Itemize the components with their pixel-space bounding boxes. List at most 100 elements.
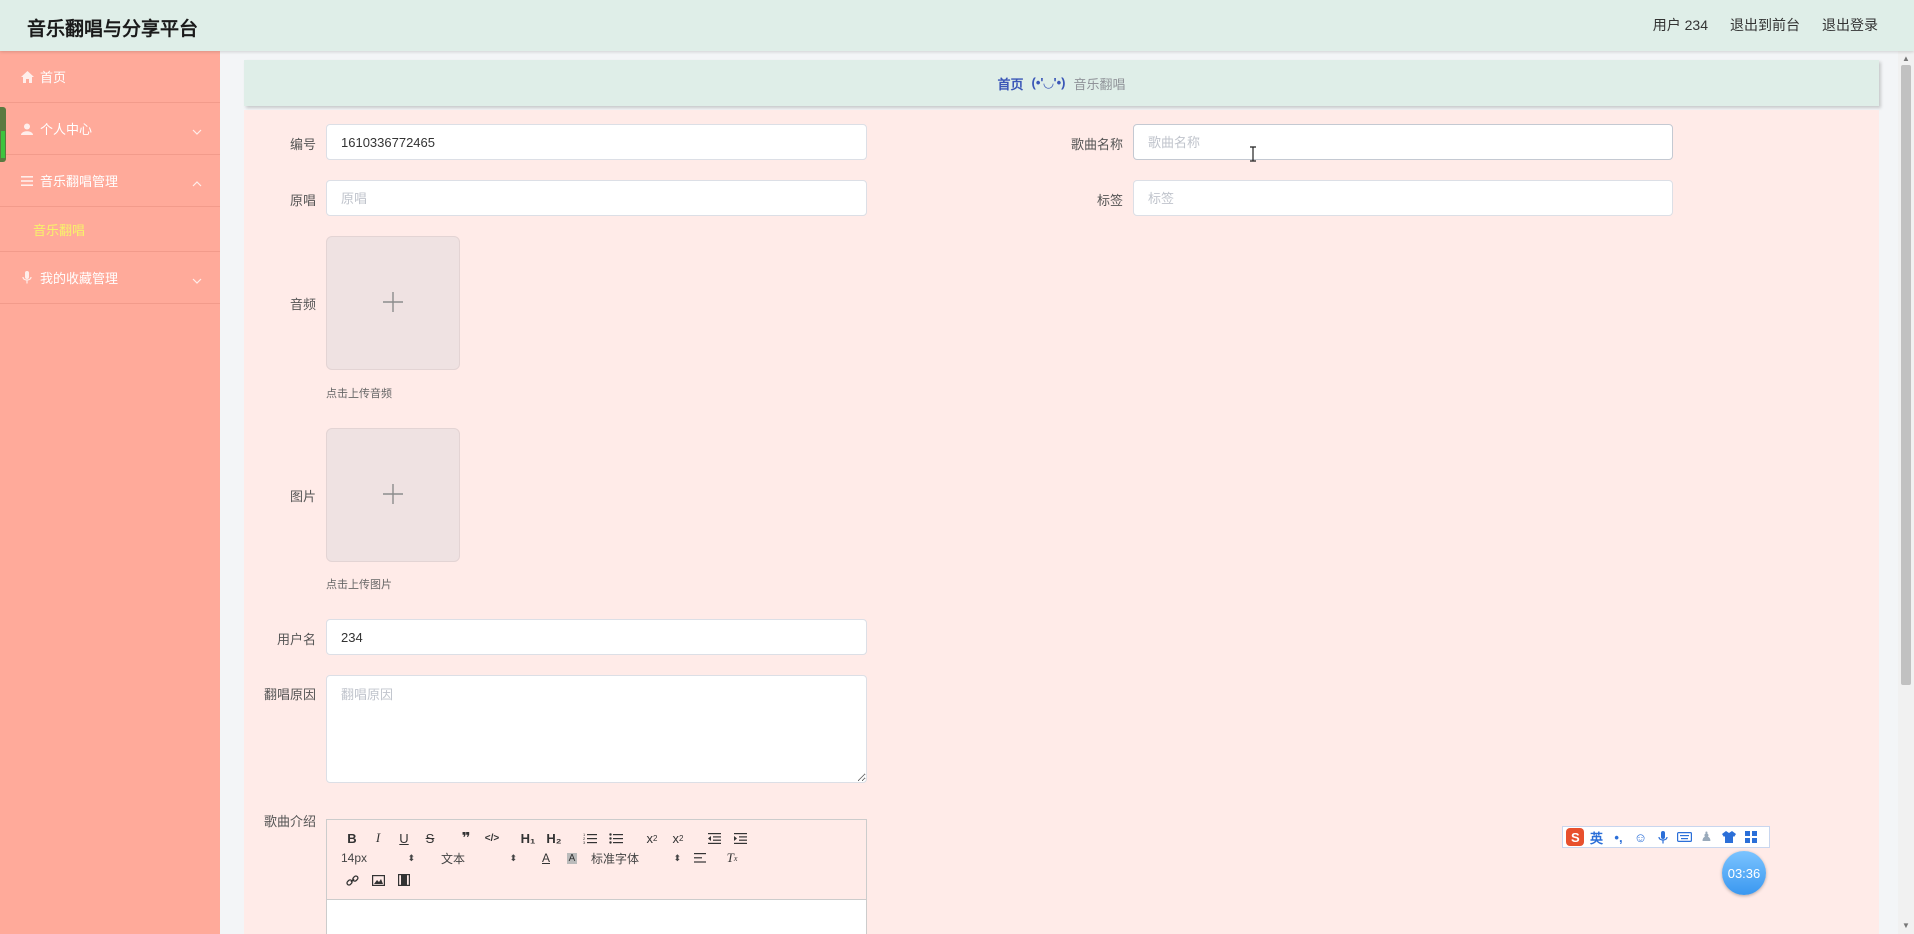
skin-icon[interactable]	[1719, 828, 1738, 846]
font-family-value: 标准字体	[591, 851, 640, 866]
image-label: 图片	[289, 489, 316, 504]
id-label: 编号	[289, 137, 316, 152]
align-icon[interactable]	[687, 848, 713, 868]
chevron-down-icon	[192, 272, 202, 287]
top-right-links: 用户 234 退出到前台 退出登录	[1653, 15, 1878, 35]
bold-icon[interactable]: B	[339, 828, 365, 848]
original-label: 原唱	[289, 193, 316, 208]
chevron-up-icon	[192, 175, 202, 190]
audio-upload-button[interactable]	[326, 236, 460, 370]
breadcrumb: 首页 (•'◡'•) 音乐翻唱	[244, 60, 1879, 106]
sidebar-item-favorites-management[interactable]: 我的收藏管理	[0, 252, 220, 304]
sidebar-subitem-cover[interactable]: 音乐翻唱	[0, 207, 220, 252]
back-to-front-link[interactable]: 退出到前台	[1730, 15, 1800, 35]
blockquote-icon[interactable]: ❞	[453, 828, 479, 848]
svg-text:3: 3	[583, 840, 586, 844]
rich-text-editor: B I U S ❞ </> H₁ H₂ 123 x2 x2 14px ⬍ 文本 …	[326, 819, 867, 934]
logout-link[interactable]: 退出登录	[1822, 15, 1878, 35]
side-drag-handle[interactable]	[0, 107, 6, 162]
plus-icon	[382, 483, 404, 508]
scrollbar-thumb[interactable]	[1901, 65, 1911, 685]
paragraph-value: 文本	[441, 851, 466, 866]
keyboard-icon[interactable]	[1675, 828, 1694, 846]
tag-field[interactable]	[1133, 180, 1673, 216]
link-icon[interactable]	[339, 870, 365, 890]
tag-label: 标签	[1096, 193, 1123, 208]
reason-label: 翻唱原因	[263, 687, 316, 702]
font-size-value: 14px	[341, 851, 368, 865]
breadcrumb-home[interactable]: 首页	[998, 74, 1024, 93]
image-icon[interactable]	[365, 870, 391, 890]
italic-icon[interactable]: I	[365, 828, 391, 848]
code-block-icon[interactable]: </>	[479, 828, 505, 848]
sidebar-item-label: 音乐翻唱管理	[40, 174, 119, 189]
heading-2-icon[interactable]: H₂	[541, 828, 567, 848]
superscript-icon[interactable]: x2	[665, 828, 691, 848]
username-field[interactable]	[326, 619, 867, 655]
sidebar-item-label: 个人中心	[40, 122, 93, 137]
video-icon[interactable]	[391, 870, 417, 890]
id-field[interactable]	[326, 124, 867, 160]
song-name-label: 歌曲名称	[1070, 137, 1123, 152]
microphone-icon[interactable]	[1653, 828, 1672, 846]
strikethrough-icon[interactable]: S	[417, 828, 443, 848]
indent-icon[interactable]	[727, 828, 753, 848]
sidebar-item-personal-center[interactable]: 个人中心	[0, 103, 220, 155]
outdent-icon[interactable]	[701, 828, 727, 848]
sidebar-item-label: 我的收藏管理	[40, 271, 119, 286]
audio-label: 音频	[289, 297, 316, 312]
ime-language[interactable]: 英	[1587, 828, 1606, 846]
sidebar-subitem-label: 音乐翻唱	[33, 222, 86, 238]
breadcrumb-current: 音乐翻唱	[1073, 76, 1126, 92]
image-upload-button[interactable]	[326, 428, 460, 562]
select-arrows-icon: ⬍	[673, 852, 681, 863]
background-color-icon[interactable]: A	[559, 848, 585, 868]
punctuation-icon[interactable]: •,	[1609, 828, 1628, 846]
select-arrows-icon: ⬍	[407, 852, 415, 863]
scroll-down-icon[interactable]: ▼	[1898, 918, 1914, 932]
username-label: 用户名	[276, 632, 316, 647]
sidebar-item-cover-management[interactable]: 音乐翻唱管理	[0, 155, 220, 207]
reason-textarea[interactable]	[326, 675, 867, 783]
font-color-icon[interactable]: A	[533, 848, 559, 868]
svg-text:S: S	[1571, 830, 1580, 845]
text-cursor-icon	[1249, 146, 1257, 162]
chevron-down-icon	[192, 123, 202, 138]
font-size-select[interactable]: 14px ⬍	[339, 848, 415, 868]
sidebar-item-label: 首页	[40, 70, 67, 85]
scroll-up-icon[interactable]: ▲	[1898, 51, 1914, 65]
paragraph-select[interactable]: 文本 ⬍	[441, 848, 517, 868]
user-settings-icon[interactable]: ♟	[1697, 828, 1716, 846]
sidebar-item-home[interactable]: 首页	[0, 51, 220, 103]
underline-icon[interactable]: U	[391, 828, 417, 848]
original-field[interactable]	[326, 180, 867, 216]
emoji-icon[interactable]: ☺	[1631, 828, 1650, 846]
plus-icon	[382, 291, 404, 316]
image-upload-hint: 点击上传图片	[326, 579, 392, 591]
heading-1-icon[interactable]: H₁	[515, 828, 541, 848]
bullet-list-icon[interactable]	[603, 828, 629, 848]
sogou-logo-icon[interactable]: S	[1565, 828, 1584, 846]
intro-label: 歌曲介绍	[263, 814, 316, 829]
ordered-list-icon[interactable]: 123	[577, 828, 603, 848]
toolbox-icon[interactable]	[1741, 828, 1760, 846]
app-title: 音乐翻唱与分享平台	[27, 19, 199, 40]
top-bar: 音乐翻唱与分享平台 用户 234 退出到前台 退出登录	[0, 0, 1914, 51]
song-name-field[interactable]	[1133, 124, 1673, 160]
menu-icon	[20, 174, 34, 188]
subscript-icon[interactable]: x2	[639, 828, 665, 848]
breadcrumb-separator: (•'◡'•)	[1031, 75, 1066, 90]
font-family-select[interactable]: 标准字体 ⬍	[591, 848, 681, 868]
floating-clock[interactable]: 03:36	[1722, 851, 1766, 895]
editor-content-area[interactable]	[327, 900, 866, 934]
user-icon	[20, 122, 34, 136]
audio-upload-hint: 点击上传音频	[326, 388, 392, 400]
clear-format-icon[interactable]: Tx	[719, 848, 745, 868]
sidebar: 首页 个人中心 音乐翻唱管理 音乐翻唱 我的收藏管理	[0, 51, 220, 934]
ime-toolbar: S 英 •, ☺ ♟	[1562, 826, 1770, 848]
mic-icon	[20, 271, 34, 285]
user-label: 用户 234	[1652, 17, 1708, 33]
editor-toolbar: B I U S ❞ </> H₁ H₂ 123 x2 x2 14px ⬍ 文本 …	[327, 820, 866, 900]
select-arrows-icon: ⬍	[509, 852, 517, 863]
home-icon	[20, 70, 34, 84]
